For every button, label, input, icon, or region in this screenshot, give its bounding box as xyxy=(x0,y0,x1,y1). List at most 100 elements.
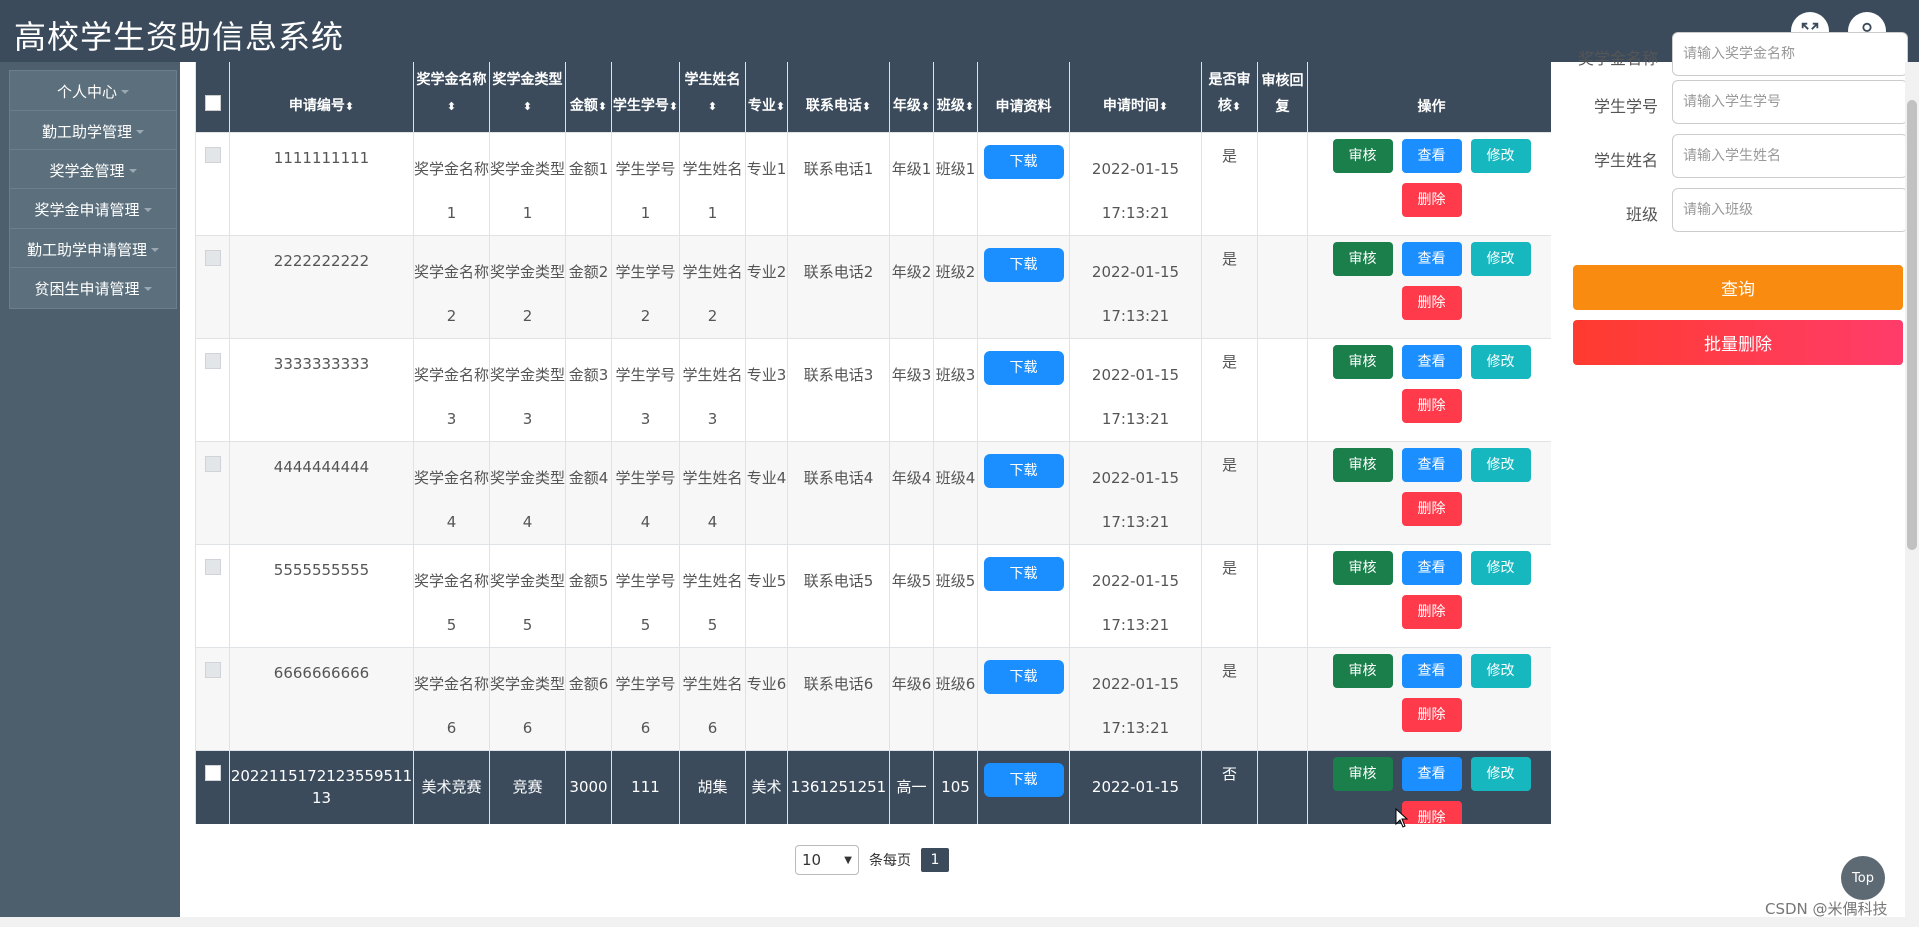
cell-time: 2022-01-15 17:13:21 xyxy=(1069,338,1202,442)
download-button[interactable]: 下载 xyxy=(983,248,1064,282)
audit-button[interactable]: 审核 xyxy=(1332,345,1393,379)
sort-icon[interactable]: ⬍ xyxy=(1159,100,1168,113)
page-size-select[interactable]: 10 ▼ xyxy=(795,845,859,875)
edit-button[interactable]: 修改 xyxy=(1470,551,1531,585)
download-button[interactable]: 下载 xyxy=(983,145,1064,179)
download-button[interactable]: 下载 xyxy=(983,660,1064,694)
sort-icon[interactable]: ⬍ xyxy=(598,100,607,113)
column-header-label: 专业 xyxy=(747,98,776,114)
view-button[interactable]: 查看 xyxy=(1401,448,1462,482)
delete-button[interactable]: 删除 xyxy=(1401,389,1462,423)
sidebar-item[interactable]: 奖学金管理 xyxy=(9,149,177,191)
batch-delete-button[interactable]: 批量删除 xyxy=(1573,320,1903,365)
view-button[interactable]: 查看 xyxy=(1401,757,1462,791)
column-header-sname[interactable]: 学生姓名 ⬍ xyxy=(679,62,746,133)
row-checkbox[interactable] xyxy=(204,559,221,575)
cell-sno: 学生学号5 xyxy=(611,544,680,648)
horizontal-scrollbar[interactable] xyxy=(0,917,1919,927)
sort-icon[interactable]: ⬍ xyxy=(345,100,354,113)
view-button[interactable]: 查看 xyxy=(1401,654,1462,688)
sort-icon[interactable]: ⬍ xyxy=(708,100,717,113)
column-header-major[interactable]: 专业⬍ xyxy=(745,62,788,133)
sort-icon[interactable]: ⬍ xyxy=(447,100,456,113)
delete-button[interactable]: 删除 xyxy=(1401,801,1462,824)
view-button[interactable]: 查看 xyxy=(1401,551,1462,585)
row-checkbox[interactable] xyxy=(204,765,221,781)
sort-icon[interactable]: ⬍ xyxy=(669,100,678,113)
student-no-input[interactable] xyxy=(1672,80,1908,124)
download-button[interactable]: 下载 xyxy=(983,351,1064,385)
page-number-current[interactable]: 1 xyxy=(921,848,949,872)
back-to-top-button[interactable]: Top xyxy=(1841,856,1885,900)
edit-button[interactable]: 修改 xyxy=(1470,654,1531,688)
delete-button[interactable]: 删除 xyxy=(1401,595,1462,629)
column-header-sno[interactable]: 学生学号⬍ xyxy=(611,62,680,133)
sort-icon[interactable]: ⬍ xyxy=(921,100,930,113)
delete-button[interactable]: 删除 xyxy=(1401,492,1462,526)
select-all-checkbox[interactable] xyxy=(204,95,221,111)
table-row[interactable]: 1111111111 奖学金名称1 奖学金类型1 金额1 学生学号1 学生姓名1 专业1 联系… xyxy=(195,132,1551,236)
delete-button[interactable]: 删除 xyxy=(1401,183,1462,217)
delete-button[interactable]: 删除 xyxy=(1401,698,1462,732)
view-button[interactable]: 查看 xyxy=(1401,345,1462,379)
column-header-label: 学生姓名 xyxy=(684,72,741,88)
audit-button[interactable]: 审核 xyxy=(1332,757,1393,791)
class-input[interactable] xyxy=(1672,188,1908,232)
download-button[interactable]: 下载 xyxy=(983,454,1064,488)
column-header-time[interactable]: 申请时间⬍ xyxy=(1069,62,1202,133)
column-header-no[interactable]: 申请编号⬍ xyxy=(229,62,414,133)
edit-button[interactable]: 修改 xyxy=(1470,345,1531,379)
sort-icon[interactable]: ⬍ xyxy=(776,100,785,113)
row-checkbox[interactable] xyxy=(204,147,221,163)
edit-button[interactable]: 修改 xyxy=(1470,757,1531,791)
cell-audited: 是 xyxy=(1201,544,1258,648)
sidebar-item[interactable]: 奖学金申请管理 xyxy=(9,188,177,230)
column-header-type[interactable]: 奖学金类型 ⬍ xyxy=(489,62,566,133)
student-name-input[interactable] xyxy=(1672,134,1908,178)
audit-button[interactable]: 审核 xyxy=(1332,139,1393,173)
sort-icon[interactable]: ⬍ xyxy=(965,100,974,113)
table-row[interactable]: 6666666666 奖学金名称6 奖学金类型6 金额6 学生学号6 学生姓名6 专业6 联系… xyxy=(195,647,1551,751)
table-row[interactable]: 5555555555 奖学金名称5 奖学金类型5 金额5 学生学号5 学生姓名5 专业5 联系… xyxy=(195,544,1551,648)
delete-button[interactable]: 删除 xyxy=(1401,286,1462,320)
sidebar-item[interactable]: 勤工助学管理 xyxy=(9,110,177,152)
sort-icon[interactable]: ⬍ xyxy=(1232,100,1241,113)
query-button[interactable]: 查询 xyxy=(1573,265,1903,310)
sort-icon[interactable]: ⬍ xyxy=(523,100,532,113)
audit-button[interactable]: 审核 xyxy=(1332,654,1393,688)
table-row[interactable]: 4444444444 奖学金名称4 奖学金类型4 金额4 学生学号4 学生姓名4 专业4 联系… xyxy=(195,441,1551,545)
row-checkbox[interactable] xyxy=(204,662,221,678)
view-button[interactable]: 查看 xyxy=(1401,139,1462,173)
table-row[interactable]: 20221151721235595111​3 美术竞赛 竞赛 3000 111 胡集 美术 1… xyxy=(195,750,1551,824)
download-button[interactable]: 下载 xyxy=(983,763,1064,797)
column-header-grade[interactable]: 年级⬍ xyxy=(889,62,934,133)
scholarship-name-input[interactable] xyxy=(1672,32,1908,76)
column-header-cls[interactable]: 班级⬍ xyxy=(933,62,978,133)
edit-button[interactable]: 修改 xyxy=(1470,139,1531,173)
edit-button[interactable]: 修改 xyxy=(1470,448,1531,482)
download-button[interactable]: 下载 xyxy=(983,557,1064,591)
view-button[interactable]: 查看 xyxy=(1401,242,1462,276)
edit-button[interactable]: 修改 xyxy=(1470,242,1531,276)
row-checkbox[interactable] xyxy=(204,456,221,472)
column-header-amount[interactable]: 金额⬍ xyxy=(565,62,612,133)
sidebar-item[interactable]: 个人中心 xyxy=(9,70,177,112)
scrollbar-thumb[interactable] xyxy=(1907,100,1917,550)
column-header-name[interactable]: 奖学金名称 ⬍ xyxy=(413,62,490,133)
audit-button[interactable]: 审核 xyxy=(1332,551,1393,585)
row-checkbox[interactable] xyxy=(204,250,221,266)
sort-icon[interactable]: ⬍ xyxy=(862,100,871,113)
sidebar-item[interactable]: 贫困生申请管理 xyxy=(9,267,177,309)
search-field-class: 班级 xyxy=(1560,188,1910,234)
table-row[interactable]: 3333333333 奖学金名称3 奖学金类型3 金额3 学生学号3 学生姓名3 专业3 联系… xyxy=(195,338,1551,442)
cell-cls: 班级5 xyxy=(933,544,978,648)
audit-button[interactable]: 审核 xyxy=(1332,448,1393,482)
cell-operations: 审核 查看 修改 删除 xyxy=(1307,750,1551,824)
cell-grade: 高一 xyxy=(889,750,934,824)
row-checkbox[interactable] xyxy=(204,353,221,369)
audit-button[interactable]: 审核 xyxy=(1332,242,1393,276)
sidebar-item[interactable]: 勤工助学申请管理 xyxy=(9,228,177,270)
column-header-phone[interactable]: 联系电话⬍ xyxy=(787,62,890,133)
column-header-audited[interactable]: 是否审 核⬍ xyxy=(1201,62,1258,133)
table-row[interactable]: 2222222222 奖学金名称2 奖学金类型2 金额2 学生学号2 学生姓名2 专业2 联系… xyxy=(195,235,1551,339)
